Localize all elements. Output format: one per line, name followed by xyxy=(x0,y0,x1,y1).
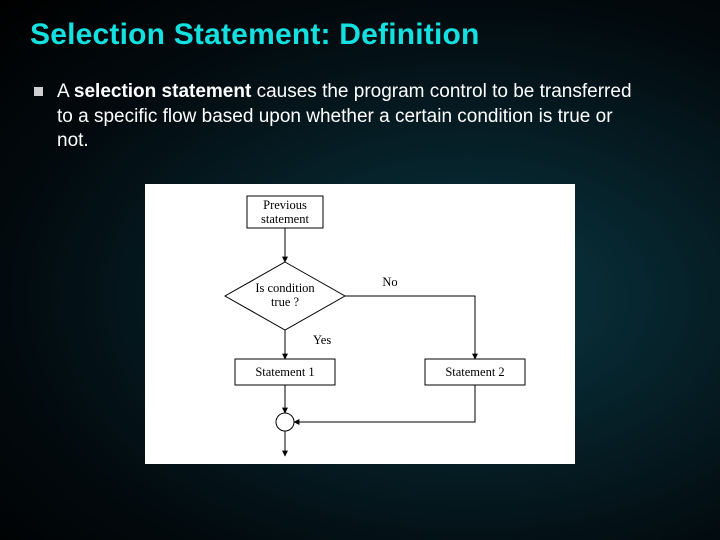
yes-label: Yes xyxy=(313,333,331,347)
bullet-icon xyxy=(34,87,43,96)
flowchart-diagram: Previous statement Is condition true ? N… xyxy=(145,184,575,464)
previous-line2: statement xyxy=(261,212,309,226)
bullet-prefix: A xyxy=(57,81,74,102)
stmt1-label: Statement 1 xyxy=(255,365,314,379)
bullet-text: A selection statement causes the program… xyxy=(57,80,647,154)
condition-line2: true ? xyxy=(271,295,300,309)
bullet-bold: selection statement xyxy=(74,81,251,102)
condition-line1: Is condition xyxy=(255,281,315,295)
flowchart-svg: Previous statement Is condition true ? N… xyxy=(145,184,575,464)
stmt2-label: Statement 2 xyxy=(445,365,504,379)
previous-line1: Previous xyxy=(263,198,307,212)
arrow-no xyxy=(345,296,475,359)
no-label: No xyxy=(382,275,397,289)
arrow-stmt2-merge xyxy=(294,385,475,422)
merge-node xyxy=(276,413,294,431)
bullet-item: A selection statement causes the program… xyxy=(30,80,690,154)
slide: Selection Statement: Definition A select… xyxy=(0,0,720,540)
page-title: Selection Statement: Definition xyxy=(30,18,690,52)
